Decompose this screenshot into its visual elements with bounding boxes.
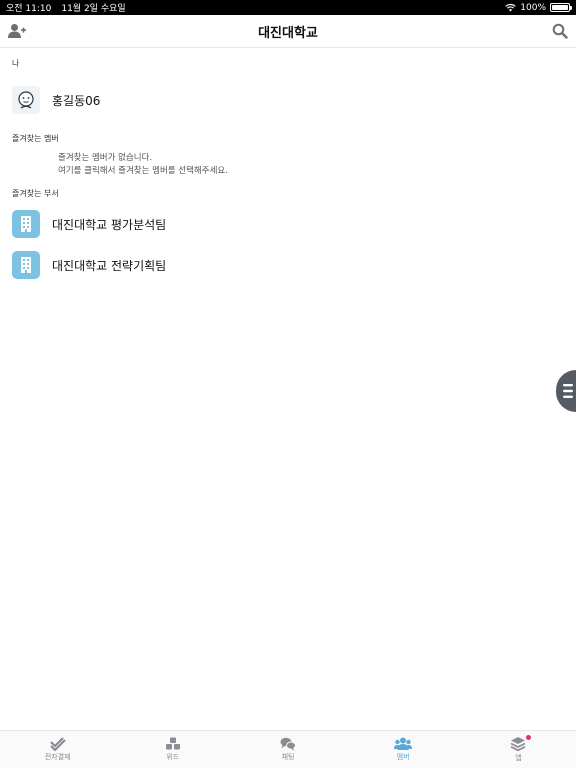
department-row[interactable]: 대진대학교 전략기획팀 [12,251,166,279]
avatar [12,86,40,114]
wifi-icon [505,3,516,12]
favorite-members-empty-message[interactable]: 즐겨찾는 멤버가 없습니다. 여기를 클릭해서 즐겨찾는 멤버를 선택해주세요. [58,152,228,178]
section-label-me: 나 [12,59,20,68]
tab-bar: 전자결재 위드 채팅 멤버 앱 [0,730,576,768]
tab-chat[interactable]: 채팅 [230,731,345,768]
tab-approval[interactable]: 전자결재 [0,731,115,768]
section-label-favorite-members: 즐겨찾는 멤버 [12,134,59,143]
face-avatar-icon [18,91,34,109]
my-profile-row[interactable]: 홍길동06 [12,86,100,114]
tab-label: 앱 [515,754,522,762]
status-time: 오전 11:10 [6,4,52,14]
layers-icon [511,737,526,752]
tab-label: 채팅 [281,753,295,761]
empty-message-line1: 즐겨찾는 멤버가 없습니다. [58,153,153,163]
cubes-icon [165,737,180,750]
page-title: 대진대학교 [258,25,318,41]
approval-check-icon [49,737,66,751]
building-icon [12,251,40,279]
tab-label: 전자결재 [44,753,71,761]
members-icon [394,737,413,750]
empty-message-line2: 여기를 클릭해서 즐겨찾는 멤버를 선택해주세요. [58,166,228,176]
header: 대진대학교 [0,15,576,48]
battery-icon [550,3,572,12]
menu-lines-icon [563,384,573,398]
status-bar: 오전 11:10 11월 2일 수요일 100% [0,0,576,15]
tab-label: 멤버 [396,753,410,761]
add-member-icon[interactable] [8,23,26,39]
department-label: 대진대학교 평가분석팀 [52,217,167,232]
notification-badge [526,735,532,740]
tab-members[interactable]: 멤버 [346,731,461,768]
chat-bubbles-icon [280,737,296,751]
my-name: 홍길동06 [52,93,101,108]
section-label-favorite-departments: 즐겨찾는 부서 [12,189,59,198]
tab-label: 위드 [166,753,180,761]
tab-apps[interactable]: 앱 [461,731,576,768]
status-date: 11월 2일 수요일 [61,4,126,14]
department-row[interactable]: 대진대학교 평가분석팀 [12,210,166,238]
battery-fill [552,5,568,10]
battery-percent: 100% [520,2,546,13]
building-icon [12,210,40,238]
side-menu-handle[interactable] [556,370,576,412]
search-icon[interactable] [552,23,568,39]
tab-with[interactable]: 위드 [115,731,230,768]
department-label: 대진대학교 전략기획팀 [52,258,167,273]
